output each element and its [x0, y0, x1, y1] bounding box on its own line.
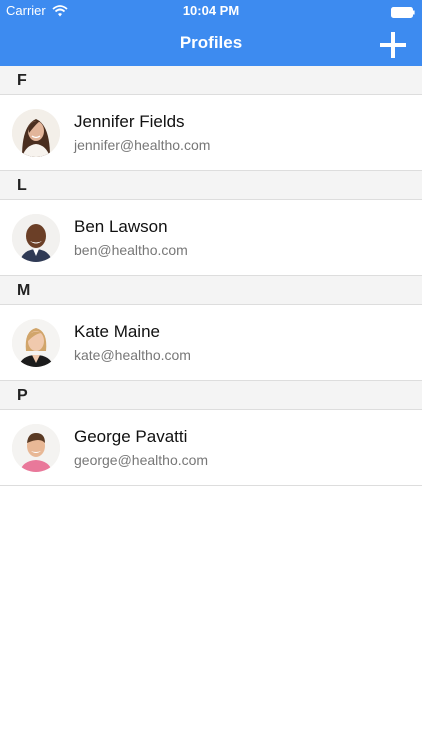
section-header-l: L: [0, 171, 422, 200]
profile-email: jennifer@healtho.com: [74, 137, 211, 153]
page-title: Profiles: [179, 33, 243, 52]
profile-name: George Pavatti: [74, 427, 188, 446]
profile-email: george@healtho.com: [74, 452, 209, 468]
avatar: [12, 214, 60, 262]
avatar: [12, 424, 60, 472]
navigation-bar: Profiles: [0, 22, 422, 66]
section-letter: F: [17, 72, 27, 89]
add-profile-button[interactable]: [378, 30, 408, 60]
profile-name: Ben Lawson: [74, 217, 168, 236]
section-letter: L: [17, 177, 27, 194]
plus-icon: [380, 32, 406, 58]
profile-row-ben-lawson[interactable]: Ben Lawson ben@healtho.com: [0, 200, 422, 276]
profile-email: ben@healtho.com: [74, 242, 188, 258]
status-time: 10:04 PM: [182, 3, 240, 18]
status-bar: Carrier 10:04 PM: [0, 0, 422, 22]
profile-row-jennifer-fields[interactable]: Jennifer Fields jennifer@healtho.com: [0, 95, 422, 171]
header-bar: Carrier 10:04 PM Profiles: [0, 0, 422, 66]
section-header-f: F: [0, 66, 422, 95]
section-letter: M: [17, 282, 31, 299]
profile-name: Jennifer Fields: [74, 112, 185, 131]
battery-icon: [391, 5, 415, 18]
profiles-screen: Carrier 10:04 PM Profiles F Jennifer Fie…: [0, 0, 422, 750]
section-header-p: P: [0, 381, 422, 410]
section-letter: P: [17, 387, 28, 404]
profiles-list: F Jennifer Fields jennifer@healtho.com L: [0, 66, 422, 486]
profile-row-kate-maine[interactable]: Kate Maine kate@healtho.com: [0, 305, 422, 381]
profile-name: Kate Maine: [74, 322, 160, 341]
profile-row-george-pavatti[interactable]: George Pavatti george@healtho.com: [0, 410, 422, 486]
avatar: [12, 319, 60, 367]
profile-email: kate@healtho.com: [74, 347, 191, 363]
avatar: [12, 109, 60, 157]
section-header-m: M: [0, 276, 422, 305]
